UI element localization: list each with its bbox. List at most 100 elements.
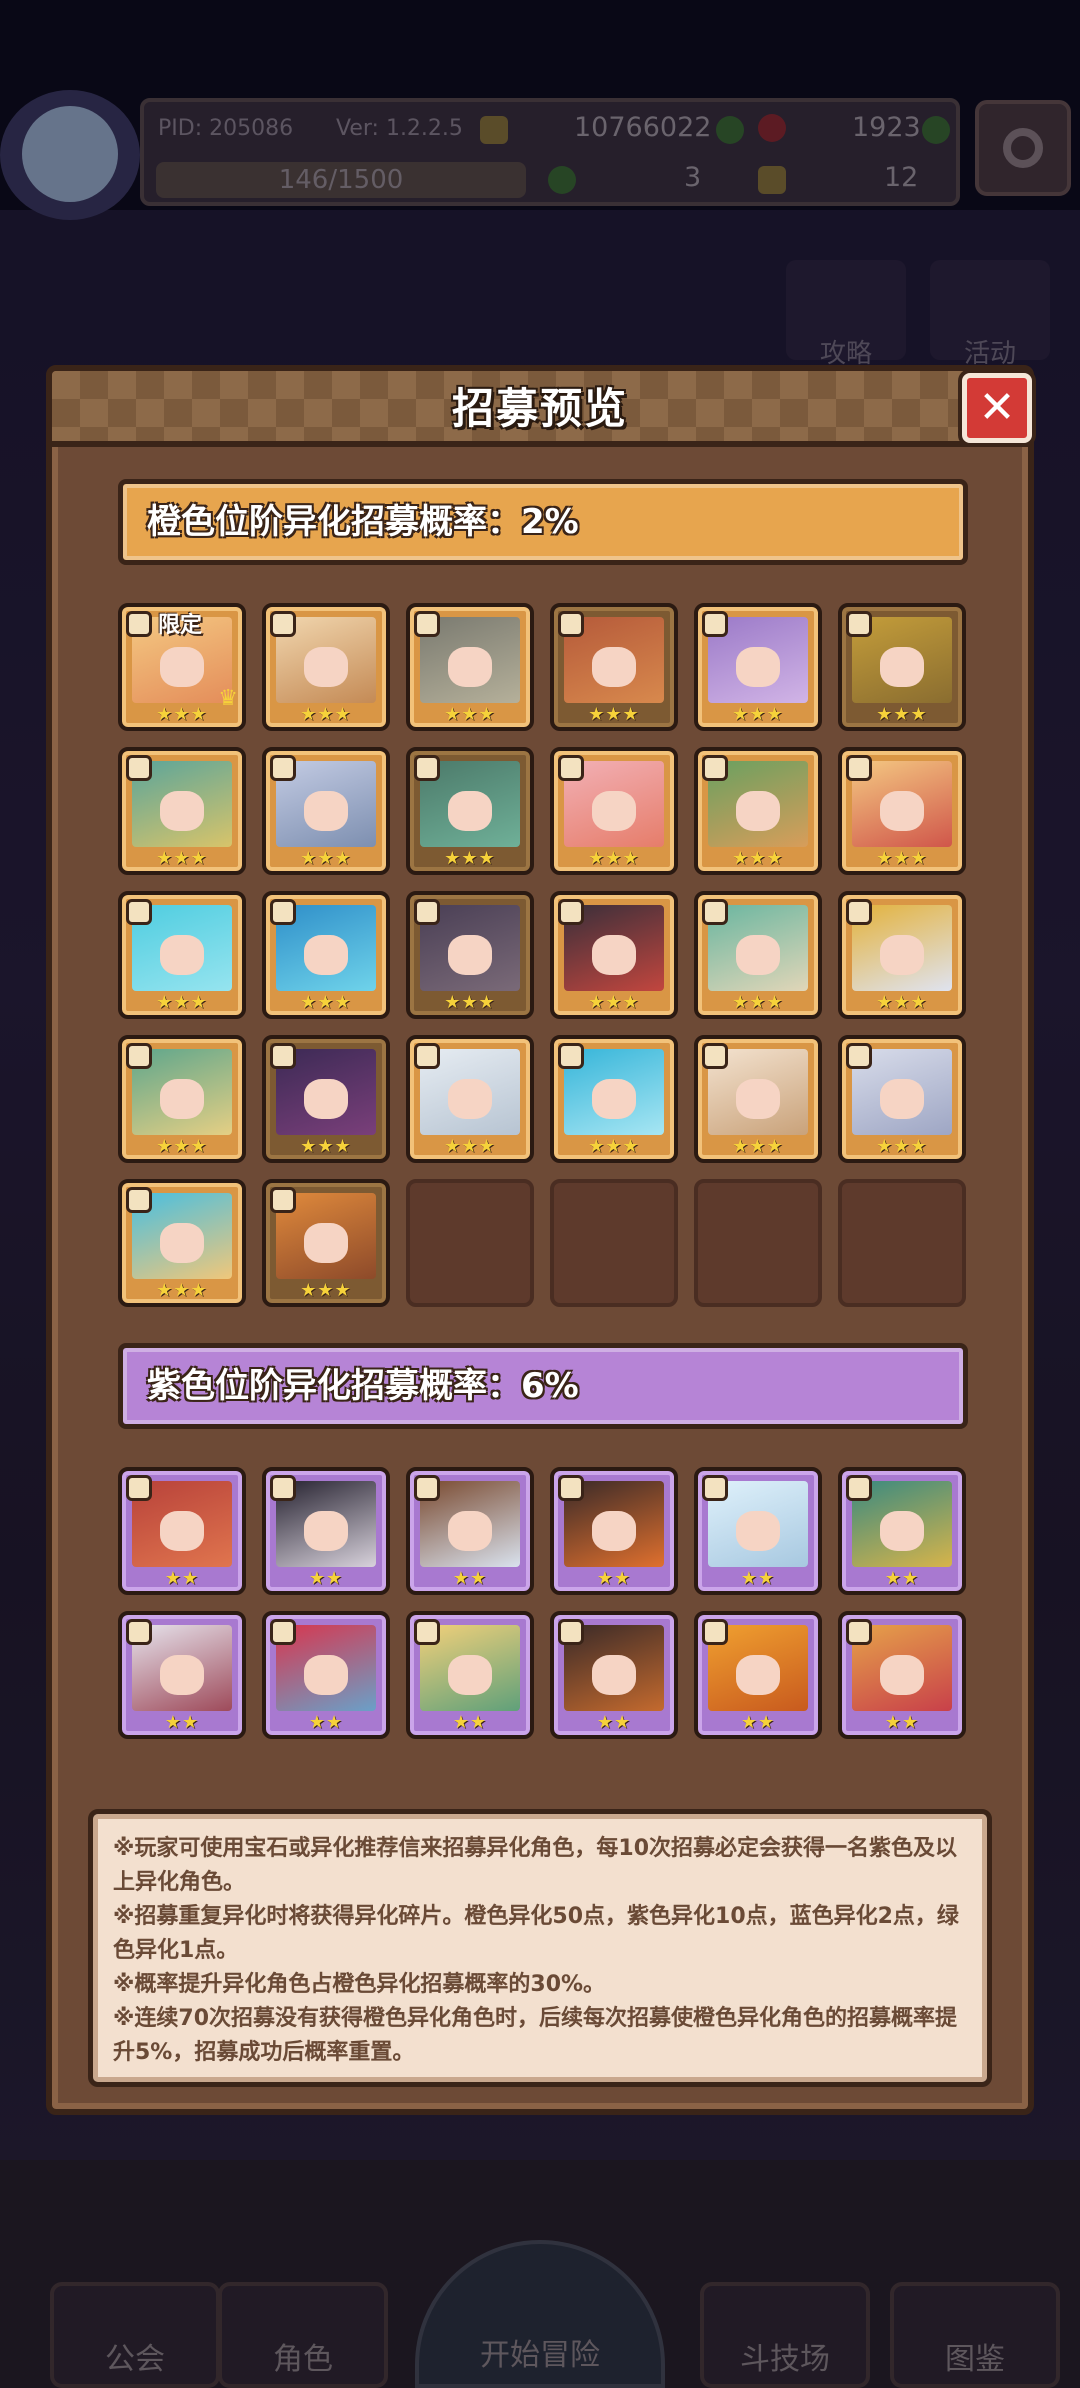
hero-face <box>448 1079 492 1119</box>
note-line: ※概率提升异化角色占橙色异化招募概率的30%。 <box>113 1972 606 1997</box>
hero-face <box>448 791 492 831</box>
hero-face <box>304 1511 348 1551</box>
ticket-amount: 12 <box>884 162 919 193</box>
hero-card[interactable]: ★★★ <box>262 603 390 731</box>
hero-card[interactable]: ★★ <box>838 1467 966 1595</box>
settings-button[interactable] <box>975 100 1071 196</box>
hero-face <box>448 1655 492 1695</box>
hero-class-icon <box>846 755 872 781</box>
hero-stars: ★★★ <box>156 992 208 1013</box>
nav-characters[interactable]: 角色 <box>218 2282 388 2388</box>
hero-class-icon <box>702 611 728 637</box>
hero-card[interactable]: ★★★ <box>838 891 966 1019</box>
hero-stars: ★★★ <box>444 992 496 1013</box>
hero-class-icon <box>270 1475 296 1501</box>
hero-card[interactable]: ★★ <box>118 1467 246 1595</box>
hero-card[interactable]: ★★ <box>694 1467 822 1595</box>
hero-card[interactable]: ★★★ <box>118 1179 246 1307</box>
hero-class-icon <box>414 755 440 781</box>
hero-card[interactable]: ★★★ <box>838 747 966 875</box>
clover-amount: 3 <box>684 162 702 193</box>
note-line: 上异化角色。 <box>113 1870 246 1895</box>
hero-class-icon <box>558 611 584 637</box>
add-gold-icon[interactable] <box>716 116 744 144</box>
note-line: 升5%，招募成功后概率重置。 <box>113 2040 415 2065</box>
hero-stars: ★★★ <box>876 1136 928 1157</box>
hero-stars: ★★★ <box>444 848 496 869</box>
xp-text: 146/1500 <box>278 165 404 195</box>
hero-card[interactable]: ★★ <box>262 1611 390 1739</box>
hero-card[interactable]: ★★★ <box>406 603 534 731</box>
hero-face <box>880 1511 924 1551</box>
hero-card[interactable]: ★★ <box>838 1611 966 1739</box>
hero-card[interactable]: ★★★ <box>262 1179 390 1307</box>
hero-stars: ★★★ <box>588 848 640 869</box>
hero-card[interactable]: ★★★ <box>550 603 678 731</box>
hero-stars: ★★★ <box>732 992 784 1013</box>
empty-slot <box>550 1179 678 1307</box>
hero-stars: ★★★ <box>156 1136 208 1157</box>
hero-card[interactable]: ★★★ <box>262 1035 390 1163</box>
hero-face <box>160 935 204 975</box>
hero-card[interactable]: ★★★ <box>118 747 246 875</box>
player-avatar[interactable] <box>0 90 140 220</box>
hero-face <box>160 1223 204 1263</box>
hero-face <box>304 1223 348 1263</box>
hero-card[interactable]: ★★ <box>550 1611 678 1739</box>
hero-stars: ★★★ <box>300 848 352 869</box>
hero-card[interactable]: ★★ <box>118 1611 246 1739</box>
hero-face <box>160 1079 204 1119</box>
hero-card[interactable]: ★★ <box>694 1611 822 1739</box>
hero-card[interactable]: ★★★ <box>262 747 390 875</box>
hero-stars: ★★★ <box>300 992 352 1013</box>
hero-face <box>592 1079 636 1119</box>
orange-rate-bar: 橙色位阶异化招募概率：2% <box>118 479 968 565</box>
hero-face <box>304 791 348 831</box>
hero-stars: ★★ <box>596 1568 632 1589</box>
hero-card[interactable]: ★★★ <box>406 891 534 1019</box>
hero-face <box>880 935 924 975</box>
hero-card[interactable]: ★★★ <box>550 1035 678 1163</box>
hero-card[interactable]: ★★★ <box>118 891 246 1019</box>
recruit-preview-modal: 招募预览 ✕ 橙色位阶异化招募概率：2% ★★★ 限定 ♛ ★★★ ★★★ ★★★ ★★★ ★… <box>46 365 1034 2115</box>
nav-codex-label: 图鉴 <box>945 2342 1005 2377</box>
hero-card[interactable]: ★★★ <box>838 603 966 731</box>
hero-class-icon <box>126 755 152 781</box>
hero-card[interactable]: ★★★ <box>838 1035 966 1163</box>
hero-card[interactable]: ★★★ <box>694 891 822 1019</box>
add-gem-icon[interactable] <box>922 116 950 144</box>
hero-card[interactable]: ★★ <box>406 1611 534 1739</box>
hero-card[interactable]: ★★★ <box>118 1035 246 1163</box>
close-button[interactable]: ✕ <box>962 373 1032 443</box>
nav-codex[interactable]: 图鉴 <box>890 2282 1060 2388</box>
pid-label: PID: 205086 <box>158 116 294 141</box>
empty-slot <box>694 1179 822 1307</box>
hero-card[interactable]: ★★★ <box>550 891 678 1019</box>
hero-card[interactable]: ★★ <box>262 1467 390 1595</box>
nav-characters-label: 角色 <box>273 2342 333 2377</box>
hero-card[interactable]: ★★★ <box>406 747 534 875</box>
guide-button[interactable]: 攻略 <box>786 260 906 369</box>
hero-class-icon <box>846 1043 872 1069</box>
event-button[interactable]: 活动 <box>930 260 1050 369</box>
hero-class-icon <box>414 1043 440 1069</box>
hero-card[interactable]: ★★★ <box>694 1035 822 1163</box>
hero-card[interactable]: ★★★ <box>694 603 822 731</box>
nav-arena[interactable]: 斗技场 <box>700 2282 870 2388</box>
hero-face <box>160 647 204 687</box>
hero-card[interactable]: ★★★ <box>262 891 390 1019</box>
hero-class-icon <box>702 899 728 925</box>
hero-class-icon <box>126 1475 152 1501</box>
hero-card[interactable]: ★★★ <box>406 1035 534 1163</box>
hero-card[interactable]: ★★ <box>406 1467 534 1595</box>
hero-face <box>736 791 780 831</box>
nav-arena-label: 斗技场 <box>740 2342 830 2377</box>
nav-guild[interactable]: 公会 <box>50 2282 220 2388</box>
hero-card[interactable]: ★★★ <box>694 747 822 875</box>
hero-card[interactable]: ★★ <box>550 1467 678 1595</box>
hero-card[interactable]: ★★★ 限定 ♛ <box>118 603 246 731</box>
xp-bar: 146/1500 <box>156 162 526 198</box>
limited-badge: 限定 <box>158 613 203 638</box>
clover-icon <box>548 166 576 194</box>
hero-card[interactable]: ★★★ <box>550 747 678 875</box>
